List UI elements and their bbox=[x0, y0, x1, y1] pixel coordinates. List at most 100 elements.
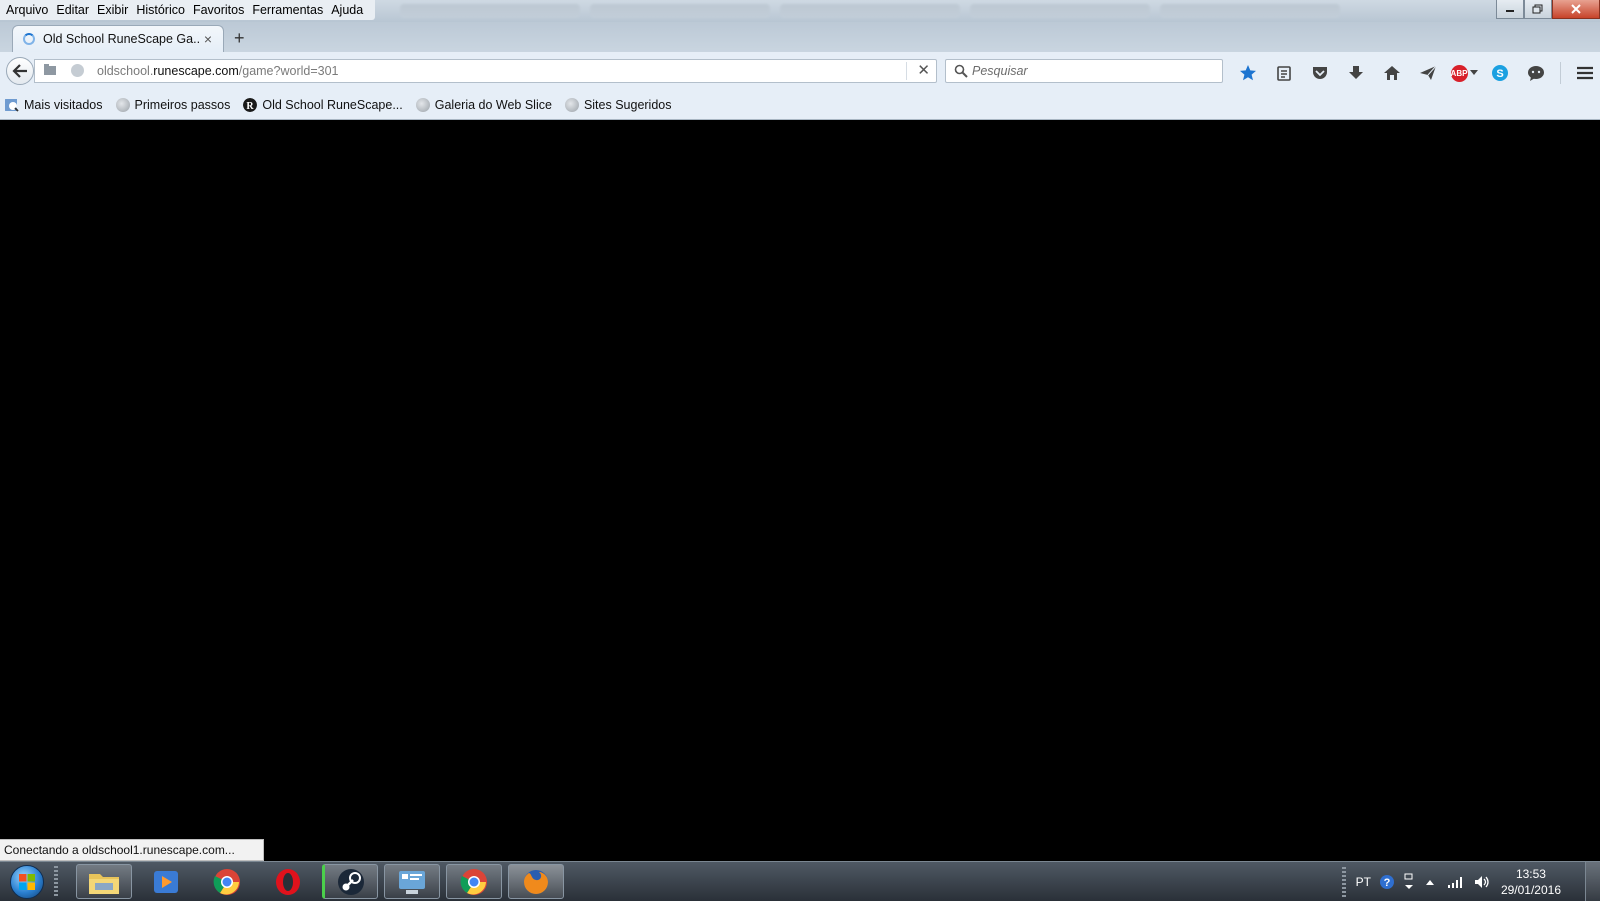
url-bar[interactable]: oldschool.runescape.com/game?world=301 ✕ bbox=[34, 59, 937, 83]
bookmark-old-school-runescape[interactable]: R Old School RuneScape... bbox=[243, 97, 403, 112]
status-panel: Conectando a oldschool1.runescape.com... bbox=[0, 839, 264, 861]
home-icon bbox=[1384, 66, 1400, 80]
menu-exibir[interactable]: Exibir bbox=[97, 0, 128, 20]
tab-title: Old School RuneScape Ga... bbox=[43, 32, 201, 46]
svg-text:S: S bbox=[1496, 68, 1503, 80]
menu-favoritos[interactable]: Favoritos bbox=[193, 0, 244, 20]
pocket-button[interactable] bbox=[1302, 63, 1338, 83]
adblock-plus-icon: ABP bbox=[1450, 64, 1468, 82]
globe-icon bbox=[564, 97, 579, 112]
new-tab-button[interactable]: + bbox=[234, 28, 245, 48]
window-titlebar: Arquivo Editar Exibir Histórico Favorito… bbox=[0, 0, 1600, 22]
runescape-icon: R bbox=[243, 97, 258, 112]
svg-text:?: ? bbox=[1384, 877, 1391, 889]
hamburger-menu-icon bbox=[1577, 66, 1593, 80]
menu-editar[interactable]: Editar bbox=[56, 0, 89, 20]
language-bar-restore-icon[interactable] bbox=[1403, 873, 1415, 891]
skype-button[interactable]: S bbox=[1482, 63, 1518, 83]
loading-spinner-icon bbox=[23, 33, 35, 45]
hello-chat-button[interactable] bbox=[1518, 63, 1554, 83]
toolbar-icons: ABP S bbox=[1230, 62, 1600, 84]
close-icon bbox=[1571, 4, 1581, 14]
restore-button[interactable] bbox=[1524, 0, 1552, 19]
start-button[interactable] bbox=[4, 863, 50, 900]
taskbar-opera[interactable] bbox=[260, 864, 316, 899]
volume-icon[interactable] bbox=[1473, 874, 1491, 890]
back-button[interactable] bbox=[6, 57, 34, 85]
windows-taskbar: PT ? 13:53 29/01/2016 bbox=[0, 861, 1600, 901]
bookmark-mais-visitados[interactable]: Mais visitados bbox=[5, 98, 103, 112]
url-text: oldschool.runescape.com/game?world=301 bbox=[97, 64, 339, 78]
window-controls bbox=[1496, 0, 1600, 19]
taskbar-clock[interactable]: 13:53 29/01/2016 bbox=[1501, 866, 1561, 898]
taskbar-media-player[interactable] bbox=[138, 864, 194, 899]
media-player-icon bbox=[154, 870, 178, 893]
bookmark-sites-sugeridos[interactable]: Sites Sugeridos bbox=[564, 97, 672, 112]
bookmark-primeiros-passos[interactable]: Primeiros passos bbox=[115, 97, 230, 112]
share-button[interactable] bbox=[1410, 63, 1446, 83]
chrome-icon bbox=[460, 868, 487, 895]
back-arrow-icon bbox=[12, 64, 27, 78]
tab-close-icon[interactable]: × bbox=[201, 31, 215, 47]
taskbar-steam[interactable] bbox=[322, 864, 378, 899]
taskbar-chrome-2[interactable] bbox=[446, 864, 502, 899]
page-content-canvas[interactable] bbox=[0, 120, 1600, 861]
home-button[interactable] bbox=[1374, 63, 1410, 83]
network-signal-icon[interactable] bbox=[1447, 875, 1465, 889]
most-visited-icon bbox=[5, 98, 19, 112]
menu-historico[interactable]: Histórico bbox=[136, 0, 185, 20]
minimize-button[interactable] bbox=[1496, 0, 1524, 19]
tab-old-school-runescape[interactable]: Old School RuneScape Ga... × bbox=[12, 25, 224, 52]
adblock-plus-button[interactable]: ABP bbox=[1446, 63, 1482, 83]
paper-plane-icon bbox=[1420, 65, 1437, 80]
svg-text:R: R bbox=[247, 101, 255, 112]
clock-date: 29/01/2016 bbox=[1500, 882, 1561, 897]
search-icon bbox=[954, 64, 968, 78]
bookmark-galeria-web-slice[interactable]: Galeria do Web Slice bbox=[415, 97, 552, 112]
language-indicator[interactable]: PT bbox=[1356, 875, 1371, 889]
star-icon bbox=[1240, 65, 1256, 81]
chevron-down-icon bbox=[1469, 70, 1478, 75]
firefox-icon bbox=[524, 869, 548, 894]
menu-arquivo[interactable]: Arquivo bbox=[6, 0, 48, 20]
taskbar-grip bbox=[54, 866, 58, 896]
windows-logo-icon bbox=[10, 864, 44, 899]
menu-ajuda[interactable]: Ajuda bbox=[331, 0, 363, 20]
navigation-bar: oldschool.runescape.com/game?world=301 ✕… bbox=[0, 52, 1600, 91]
menu-ferramentas[interactable]: Ferramentas bbox=[252, 0, 323, 20]
chevron-up-icon[interactable] bbox=[1425, 878, 1435, 886]
downloads-button[interactable] bbox=[1338, 63, 1374, 83]
control-panel-icon bbox=[399, 870, 425, 894]
restore-icon bbox=[1532, 4, 1543, 14]
minimize-icon bbox=[1506, 10, 1514, 12]
pocket-icon bbox=[1313, 67, 1327, 79]
bookmark-star-button[interactable] bbox=[1230, 63, 1266, 83]
background-window-tabs bbox=[400, 4, 1340, 20]
taskbar-explorer[interactable] bbox=[76, 864, 132, 899]
open-menu-button[interactable] bbox=[1567, 63, 1600, 83]
taskbar-chrome[interactable] bbox=[199, 864, 255, 899]
bookmarks-toolbar: Mais visitados Primeiros passos R Old Sc… bbox=[0, 90, 1600, 120]
taskbar-firefox[interactable] bbox=[508, 864, 564, 899]
clipboard-icon bbox=[1277, 66, 1291, 81]
bookmarks-menu-button[interactable] bbox=[1266, 63, 1302, 83]
close-window-button[interactable] bbox=[1552, 0, 1600, 19]
download-arrow-icon bbox=[1349, 66, 1363, 79]
system-tray: PT ? 13:53 29/01/2016 bbox=[1332, 862, 1600, 901]
chat-bubble-icon bbox=[1528, 66, 1544, 81]
toolbar-separator bbox=[1560, 62, 1561, 84]
stop-loading-button[interactable]: ✕ bbox=[906, 62, 930, 80]
globe-icon bbox=[115, 97, 130, 112]
folder-icon bbox=[89, 873, 119, 894]
menu-bar: Arquivo Editar Exibir Histórico Favorito… bbox=[0, 0, 376, 20]
help-icon[interactable]: ? bbox=[1379, 874, 1395, 890]
skype-icon: S bbox=[1492, 65, 1508, 81]
search-placeholder: Pesquisar bbox=[972, 64, 1028, 78]
opera-icon bbox=[276, 868, 300, 895]
search-bar[interactable]: Pesquisar bbox=[945, 59, 1223, 83]
chrome-icon bbox=[213, 868, 240, 895]
steam-icon bbox=[338, 868, 364, 895]
show-desktop-button[interactable] bbox=[1585, 862, 1600, 901]
tray-grip bbox=[1341, 866, 1346, 897]
taskbar-control-panel[interactable] bbox=[384, 864, 440, 899]
